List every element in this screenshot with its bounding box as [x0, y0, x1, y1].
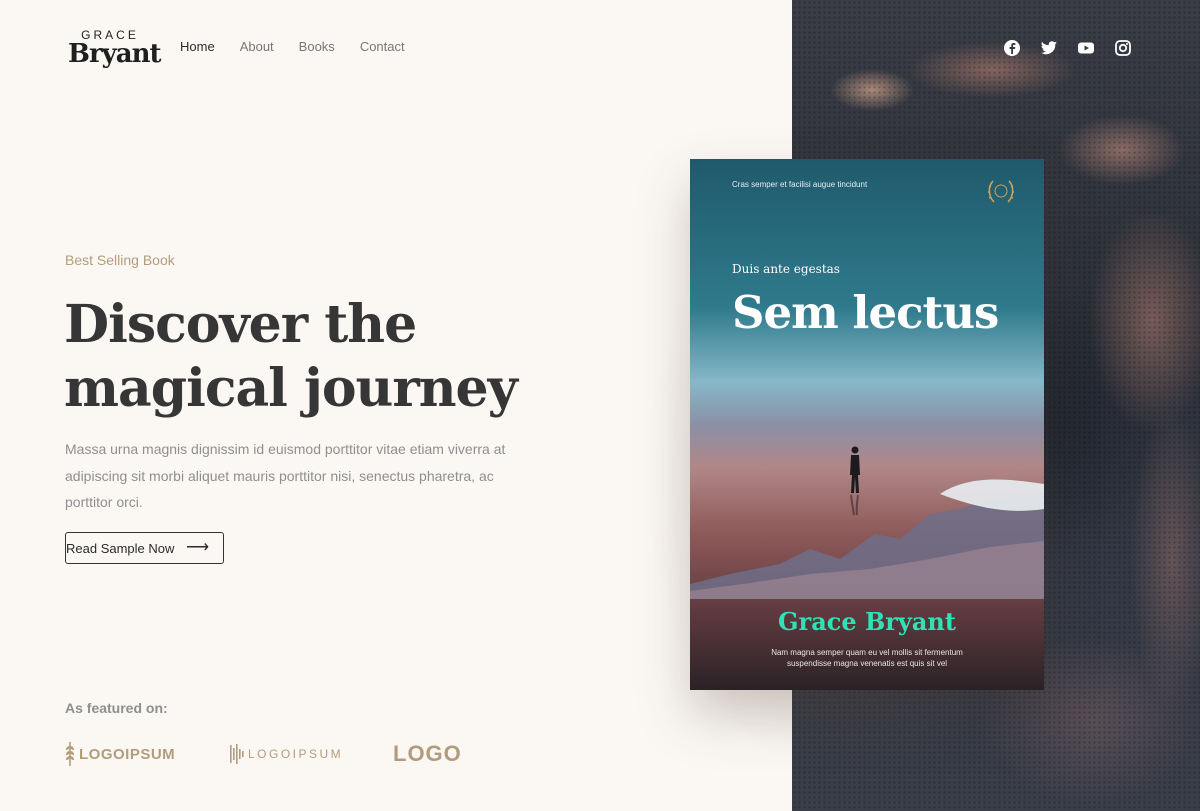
featured-logo-3-text: LOGO [393, 741, 462, 766]
featured-logo-2-text: LOGOIPSUM [248, 747, 344, 761]
featured-logo-1: LOGOIPSUM [65, 740, 175, 768]
walking-person-illustration [850, 446, 860, 515]
instagram-icon[interactable] [1114, 39, 1132, 57]
hero-description: Massa urna magnis dignissim id euismod p… [65, 441, 506, 510]
featured-label: As featured on: [65, 700, 168, 716]
book-blurb: Nam magna semper quam eu vel mollis sit … [750, 647, 984, 669]
nav-item-books[interactable]: Books [299, 38, 335, 56]
twitter-icon[interactable] [1040, 39, 1058, 57]
social-links [1003, 39, 1132, 57]
facebook-icon[interactable] [1003, 39, 1021, 57]
nav-item-home[interactable]: Home [180, 38, 215, 56]
hero-eyebrow: Best Selling Book [65, 252, 175, 268]
read-sample-label: Read Sample Now [66, 540, 175, 556]
wheat-icon [66, 742, 74, 766]
laurel-award-icon [988, 180, 1014, 203]
featured-logo-1-text: LOGOIPSUM [79, 745, 176, 763]
book-title: Sem lectus [732, 286, 999, 339]
youtube-icon[interactable] [1077, 39, 1095, 57]
book-blurb-line-2: suspendisse magna venenatis est quis sit… [786, 659, 948, 668]
logo-bottom-text: Bryant [68, 39, 162, 69]
mountain-illustration [690, 479, 1044, 599]
headline-line-2: magical journey [64, 358, 518, 419]
book-cover[interactable]: Cras semper et facilisi augue tincidunt … [690, 159, 1044, 690]
book-tagline: Cras semper et facilisi augue tincidunt [732, 180, 868, 189]
nav-item-contact[interactable]: Contact [360, 38, 405, 56]
headline-line-1: Discover the [64, 294, 417, 355]
featured-logo-3: LOGO [393, 740, 462, 768]
book-blurb-line-1: Nam magna semper quam eu vel mollis sit … [771, 648, 963, 657]
nav-item-about[interactable]: About [240, 38, 274, 56]
book-author: Grace Bryant [778, 607, 956, 636]
site-logo[interactable]: GRACE Bryant [68, 29, 162, 69]
soundbars-icon [230, 744, 244, 764]
featured-logo-2: LOGOIPSUM [230, 740, 343, 768]
hero-headline: Discover the magical journey [64, 293, 564, 421]
arrow-right-icon: ⟶ [186, 539, 209, 556]
book-subtitle: Duis ante egestas [732, 262, 840, 276]
main-nav: Home About Books Contact [180, 38, 405, 56]
read-sample-button[interactable]: Read Sample Now ⟶ [65, 532, 224, 564]
